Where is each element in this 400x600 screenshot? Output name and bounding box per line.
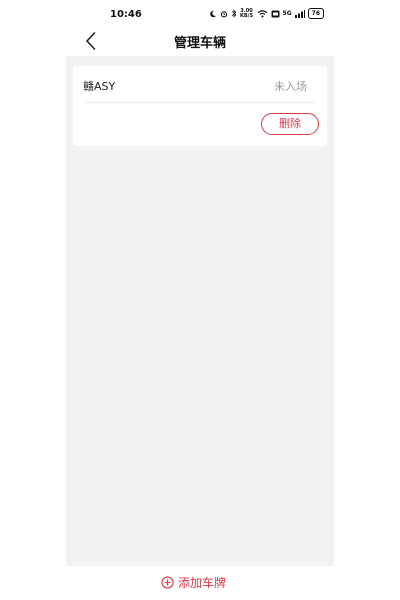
card-divider	[83, 102, 317, 103]
battery-indicator: 76	[307, 8, 324, 19]
vehicle-status: 未入场	[274, 80, 307, 93]
hd-icon	[271, 10, 280, 17]
footer-bar: 添加车牌	[66, 566, 334, 600]
alarm-icon	[220, 10, 227, 18]
add-plate-button[interactable]: 添加车牌	[161, 574, 226, 591]
vehicle-card: 赣ASY 未入场 删除	[73, 66, 327, 146]
network-type: 5G	[282, 9, 292, 17]
delete-button[interactable]: 删除	[261, 113, 319, 135]
nav-bar: 管理车辆	[66, 28, 334, 56]
bluetooth-icon	[231, 9, 236, 18]
phone-screen: 10:46 3.00 KB/S 5G 76 管理车辆 赣ASY 未入场 删除 添…	[66, 0, 334, 600]
status-icons: 3.00 KB/S 5G 76	[209, 8, 324, 19]
battery-level: 76	[311, 10, 320, 17]
status-time: 10:46	[110, 9, 142, 20]
vehicle-plate: 赣ASY	[83, 80, 116, 93]
plus-circle-icon	[161, 576, 174, 589]
wifi-icon	[257, 9, 267, 18]
moon-icon	[209, 10, 216, 17]
vehicle-list-area: 赣ASY 未入场 删除	[66, 56, 334, 566]
status-bar: 10:46 3.00 KB/S 5G 76	[66, 0, 334, 30]
page-title: 管理车辆	[173, 36, 226, 51]
add-plate-label: 添加车牌	[178, 576, 227, 590]
signal-icon	[294, 9, 305, 18]
network-speed: 3.00 KB/S	[239, 7, 254, 19]
